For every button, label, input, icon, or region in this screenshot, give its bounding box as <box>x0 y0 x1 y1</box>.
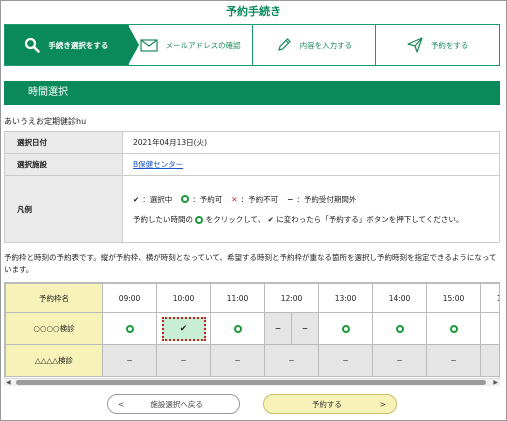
available-circle-icon <box>181 195 190 203</box>
slot-available[interactable] <box>480 312 499 345</box>
dash-icon: − <box>292 313 318 344</box>
checkmark-icon: ✔ <box>267 214 274 224</box>
exam-name: あいうえお定期健診hu <box>4 117 87 126</box>
scroll-right-icon[interactable]: ▶ <box>493 379 498 387</box>
slot-available[interactable] <box>372 312 427 345</box>
legend-note-part: 予約したい時間の <box>133 214 193 224</box>
section-heading: 時間選択 <box>4 81 500 105</box>
slot-outside-period: − <box>156 344 211 377</box>
slot-row-name: ○○○○検診 <box>5 312 103 345</box>
pencil-icon <box>277 38 291 51</box>
step-confirm-email: メールアドレスの確認 <box>129 25 253 65</box>
slot-outside-period: − <box>372 344 427 377</box>
schedule-grid[interactable]: 予約枠名 09:00 10:00 11:00 12:00 13:00 14:00… <box>4 282 500 386</box>
facility-link[interactable]: B保健センター <box>133 160 183 169</box>
step-label: 内容を入力する <box>299 40 353 50</box>
available-circle-icon <box>341 325 350 333</box>
time-header: 10:00 <box>156 283 211 313</box>
time-header: 09:00 <box>102 283 157 313</box>
magnifier-icon <box>25 37 41 53</box>
schedule-table: 予約枠名 09:00 10:00 11:00 12:00 13:00 14:00… <box>5 283 499 377</box>
back-button-label: 施設選択へ戻る <box>150 399 203 409</box>
envelope-icon <box>140 38 158 52</box>
step-label: 予約をする <box>430 40 469 50</box>
slot-available[interactable] <box>426 312 481 345</box>
slot-outside-period: − − <box>264 312 319 345</box>
legend-note-part: に変わったら「予約する」ボタンを押下してください。 <box>276 214 464 224</box>
slot-available[interactable] <box>318 312 373 345</box>
slot-outside-period: − <box>102 344 157 377</box>
dash-icon: − <box>265 313 292 344</box>
step-enter-details: 内容を入力する <box>253 25 377 65</box>
legend-note: 予約したい時間の をクリックして、 ✔ に変わったら「予約する」ボタンを押下して… <box>133 214 499 225</box>
time-header: 11:00 <box>210 283 265 313</box>
step-label: メールアドレスの確認 <box>165 40 241 50</box>
horizontal-scrollbar[interactable]: ◀ ▶ <box>4 378 500 386</box>
slot-outside-period: − <box>480 344 499 377</box>
back-to-facility-button[interactable]: < 施設選択へ戻る <box>107 394 240 414</box>
scroll-thumb[interactable] <box>16 380 486 385</box>
page-title: 予約手続き <box>226 5 281 18</box>
legend-outside: ：予約受付期間外 <box>296 194 357 204</box>
unavailable-x-icon: ✕ <box>231 194 238 204</box>
facility-label: 選択施設 <box>4 153 123 176</box>
legend-selected: ：選択中 <box>142 194 173 204</box>
slot-outside-period: − <box>318 344 373 377</box>
schedule-description: 予約枠と時刻の予約表です。縦が予約枠、横が時刻となっていて、希望する時刻と予約枠… <box>4 253 497 274</box>
legend-row: ✔ ：選択中 ：予約可 ✕ ：予約不可 − ：予約受付期間外 <box>133 194 499 205</box>
slot-outside-period: − <box>264 344 319 377</box>
available-circle-icon <box>195 215 204 224</box>
legend-available: ：予約可 <box>192 194 223 204</box>
time-header: 16:00 <box>480 283 499 313</box>
slot-outside-period: − <box>426 344 481 377</box>
time-header: 14:00 <box>372 283 427 313</box>
step-select-procedure: 手続き選択をする <box>5 25 139 65</box>
slot-available[interactable] <box>210 312 265 345</box>
slot-available[interactable] <box>102 312 157 345</box>
step-label: 手続き選択をする <box>48 40 109 50</box>
date-label: 選択日付 <box>4 131 123 154</box>
legend-note-part: をクリックして、 <box>205 214 266 224</box>
scroll-left-icon[interactable]: ◀ <box>6 379 11 387</box>
grid-corner-label: 予約枠名 <box>5 283 103 313</box>
dash-icon: − <box>287 194 294 204</box>
paper-plane-icon <box>407 37 423 53</box>
slot-row-name: △△△△検診 <box>5 344 103 377</box>
step-progress: 手続き選択をする メールアドレスの確認 内容を入力する 予約をする <box>4 24 500 66</box>
checkmark-icon: ✔ <box>179 323 188 334</box>
checkmark-icon: ✔ <box>133 194 140 204</box>
time-header: 13:00 <box>318 283 373 313</box>
chevron-right-icon: > <box>379 399 386 409</box>
legend-unavailable: ：予約不可 <box>240 194 279 204</box>
date-value: 2021年04月13日(火) <box>122 131 500 154</box>
available-circle-icon <box>449 325 458 333</box>
time-header: 12:00 <box>264 283 319 313</box>
slot-outside-period: − <box>210 344 265 377</box>
legend-label: 凡例 <box>4 175 123 243</box>
chevron-left-icon: < <box>118 399 125 409</box>
step-reserve: 予約をする <box>376 25 499 65</box>
slot-selected[interactable]: ✔ <box>156 312 211 345</box>
reserve-button-label: 予約する <box>311 399 342 409</box>
available-circle-icon <box>233 325 242 333</box>
available-circle-icon <box>125 325 134 333</box>
time-header: 15:00 <box>426 283 481 313</box>
reserve-button[interactable]: 予約する > <box>263 394 397 414</box>
available-circle-icon <box>395 325 404 333</box>
selection-info-table: 選択日付 2021年04月13日(火) 選択施設 B保健センター 凡例 ✔ ：選… <box>4 131 500 243</box>
